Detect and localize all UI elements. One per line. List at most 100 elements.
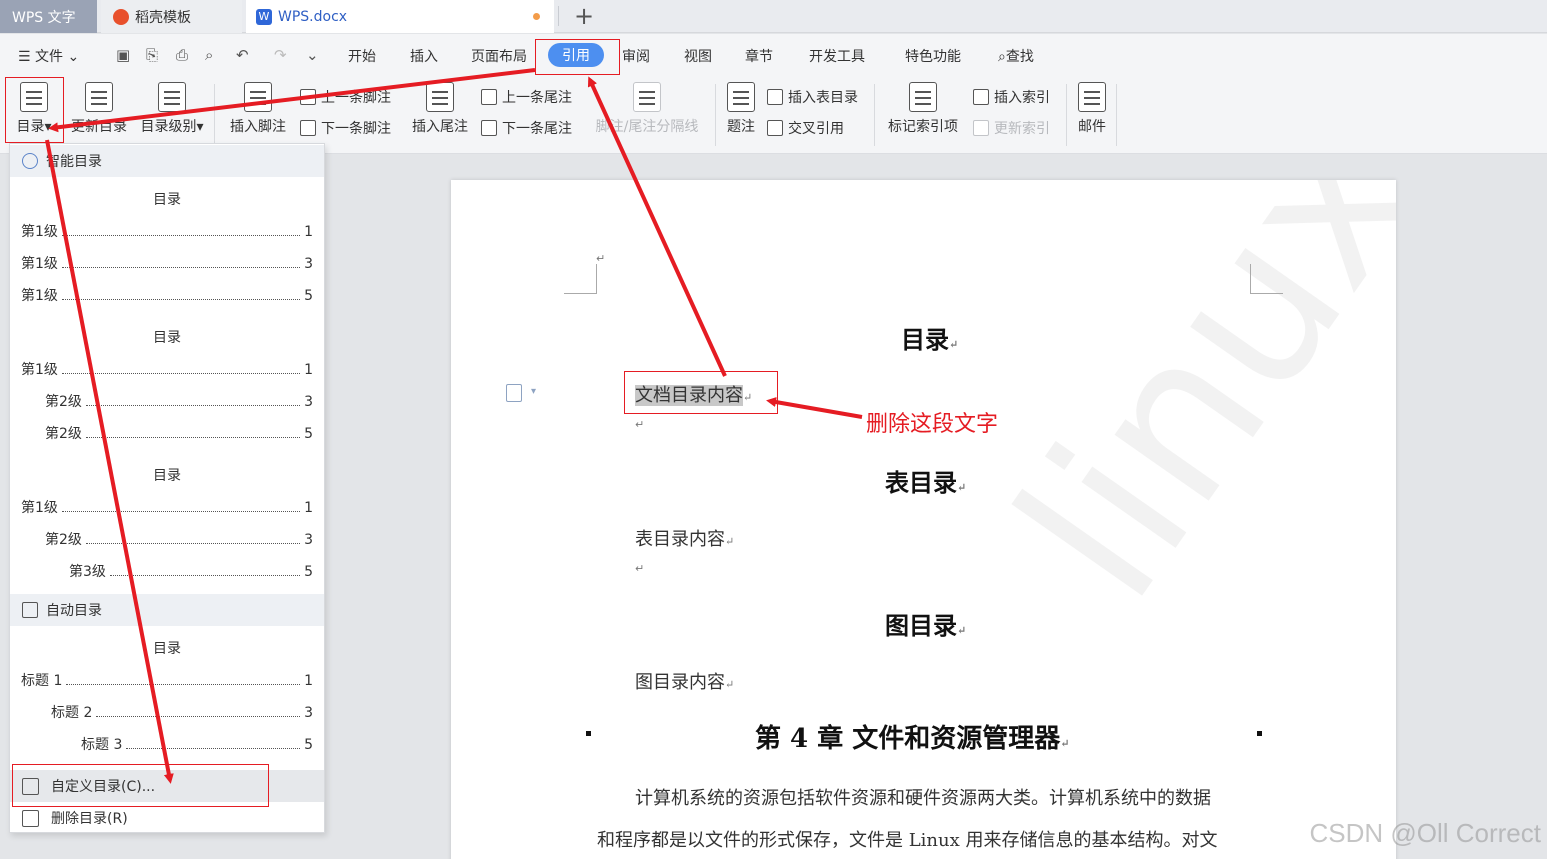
insert-footnote-label: 插入脚注 (230, 119, 286, 135)
toc-preview-title: 目录 (153, 468, 181, 484)
update-index-button[interactable]: 更新索引 (973, 118, 1050, 138)
toc-level-label: 目录级别 (140, 119, 197, 135)
toc-preview-line[interactable]: 标题 35 (81, 734, 313, 754)
chapter-heading: 第 4 章 文件和资源管理器↵ (755, 724, 1070, 754)
toc-preview-line[interactable]: 标题 11 (21, 670, 313, 690)
toc-preview-line[interactable]: 标题 23 (51, 702, 313, 722)
update-toc-button[interactable]: 更新目录 (68, 82, 130, 136)
menu-review[interactable]: 审阅 (622, 46, 650, 66)
mark-index-icon (909, 82, 937, 112)
print-preview-icon[interactable]: ⌕ (205, 46, 213, 64)
mail-button[interactable]: 邮件 (1074, 82, 1110, 136)
toc-preview-line[interactable]: 第2级 3 (45, 529, 313, 549)
menu-view[interactable]: 视图 (684, 46, 712, 66)
search-icon: ⌕ (998, 49, 1006, 65)
prev-footnote-label: 上一条脚注 (321, 90, 391, 106)
figure-toc-heading: 图目录↵ (885, 611, 967, 640)
daoke-icon (113, 8, 129, 25)
body-paragraph-line[interactable]: 和程序都是以文件的形式保存，文件是 Linux 用来存储信息的基本结构。对文 (597, 826, 1218, 852)
ribbon-divider (214, 84, 215, 146)
caption-label: 题注 (727, 119, 755, 135)
insert-table-toc-button[interactable]: 插入表目录 (767, 87, 858, 107)
paragraph-mark: ↵ (635, 418, 645, 431)
menu-developer[interactable]: 开发工具 (809, 46, 865, 66)
word-doc-icon: W (256, 8, 272, 25)
next-endnote-button[interactable]: 下一条尾注 (481, 118, 572, 138)
margin-corner-mark (1250, 264, 1283, 294)
toc-preview-line[interactable]: 第1级 1 (21, 497, 313, 517)
toc-button-highlight-box (5, 77, 64, 143)
cross-reference-button[interactable]: 交叉引用 (767, 118, 844, 138)
tab-wps-writer[interactable]: WPS 文字 (0, 0, 97, 33)
menu-page-layout[interactable]: 页面布局 (471, 46, 527, 66)
toc-preview-line[interactable]: 第2级 3 (45, 391, 313, 411)
separator-button[interactable]: 脚注/尾注分隔线 (591, 82, 703, 136)
next-footnote-label: 下一条脚注 (321, 121, 391, 137)
insert-endnote-button[interactable]: 插入尾注 (408, 82, 472, 136)
print-icon[interactable]: ⎙ (176, 46, 188, 64)
tab-daoke-template[interactable]: 稻壳模板 (101, 0, 242, 33)
mail-label: 邮件 (1078, 119, 1106, 135)
insert-table-toc-label: 插入表目录 (788, 90, 858, 106)
insert-index-button[interactable]: 插入索引 (973, 87, 1050, 107)
search-button[interactable]: ⌕查找 (998, 46, 1034, 66)
annotation-text: 删除这段文字 (866, 412, 999, 437)
menu-insert[interactable]: 插入 (410, 46, 438, 66)
toc-preview-title: 目录 (153, 330, 181, 346)
body-paragraph-line[interactable]: 计算机系统的资源包括软件资源和硬件资源两大类。计算机系统中的数据 (635, 784, 1211, 810)
tab-document[interactable]: W WPS.docx (246, 0, 554, 33)
table-toc-content-text[interactable]: 表目录内容↵ (635, 525, 734, 551)
menu-start[interactable]: 开始 (348, 46, 376, 66)
toc-preview-title: 目录 (153, 641, 181, 657)
insert-footnote-icon (244, 82, 272, 112)
insert-table-toc-icon (767, 89, 783, 105)
save-icon[interactable]: ▣ (116, 46, 130, 64)
mark-index-button[interactable]: 标记索引项 (884, 82, 962, 136)
toc-preview-line[interactable]: 第1级 1 (21, 221, 313, 241)
new-tab-plus-icon[interactable]: + (570, 2, 598, 30)
search-label: 查找 (1005, 49, 1034, 65)
prev-endnote-icon (481, 89, 497, 105)
prev-endnote-button[interactable]: 上一条尾注 (481, 87, 572, 107)
paragraph-layout-icon[interactable] (506, 384, 522, 402)
smart-toc-header: 智能目录 (10, 145, 324, 177)
redo-icon[interactable]: ↷ (274, 46, 287, 64)
figure-toc-content-text[interactable]: 图目录内容↵ (635, 668, 734, 694)
menu-special[interactable]: 特色功能 (905, 46, 961, 66)
ribbon-divider (1116, 84, 1117, 146)
toc-content-highlight-box (624, 371, 778, 414)
menu-chapter[interactable]: 章节 (745, 46, 773, 66)
caption-button[interactable]: 题注 (724, 82, 758, 136)
document-page[interactable]: linux ↵ 目录↵ 文档目录内容↵ ↵ 表目录↵ 表目录内容↵ ↵ 图目录↵… (451, 180, 1396, 859)
output-icon[interactable]: ⎘ (146, 46, 158, 64)
next-footnote-button[interactable]: 下一条脚注 (300, 118, 391, 138)
menu-row: ☰ 文件 ⌄ ▣ ⎘ ⎙ ⌕ ↶ ↷ ⌄ 开始 插入 页面布局 引用 审阅 视图… (0, 34, 1547, 78)
prev-footnote-button[interactable]: 上一条脚注 (300, 87, 391, 107)
paragraph-mark: ↵ (596, 252, 606, 265)
csdn-watermark: CSDN @Oll Correct (1309, 818, 1541, 848)
paragraph-layout-chevron-icon[interactable]: ▾ (531, 386, 536, 397)
margin-corner-mark (564, 264, 597, 294)
tab-label: 稻壳模板 (135, 9, 191, 26)
toc-preview-line[interactable]: 第1级 3 (21, 253, 313, 273)
toc-level-button[interactable]: 目录级别▾ (136, 82, 208, 136)
tab-label: WPS.docx (278, 8, 348, 25)
delete-toc-icon (22, 809, 39, 827)
insert-endnote-label: 插入尾注 (412, 119, 468, 135)
customize-chevron-icon[interactable]: ⌄ (306, 46, 319, 64)
tab-label: WPS 文字 (12, 9, 76, 26)
next-endnote-label: 下一条尾注 (502, 121, 572, 137)
toc-preview-line[interactable]: 第2级 5 (45, 423, 313, 443)
smart-toc-label: 智能目录 (46, 154, 102, 170)
heading-bullet-marker (586, 731, 591, 736)
toc-preview-line[interactable]: 第3级 5 (69, 561, 313, 581)
mark-index-label: 标记索引项 (888, 119, 958, 135)
ribbon-divider (715, 84, 716, 146)
toc-preview-line[interactable]: 第1级 1 (21, 359, 313, 379)
tab-divider (558, 6, 559, 26)
file-menu[interactable]: ☰ 文件 ⌄ (18, 46, 79, 66)
smart-toc-icon (22, 153, 38, 169)
undo-icon[interactable]: ↶ (236, 46, 249, 64)
insert-footnote-button[interactable]: 插入脚注 (226, 82, 290, 136)
toc-preview-line[interactable]: 第1级 5 (21, 285, 313, 305)
